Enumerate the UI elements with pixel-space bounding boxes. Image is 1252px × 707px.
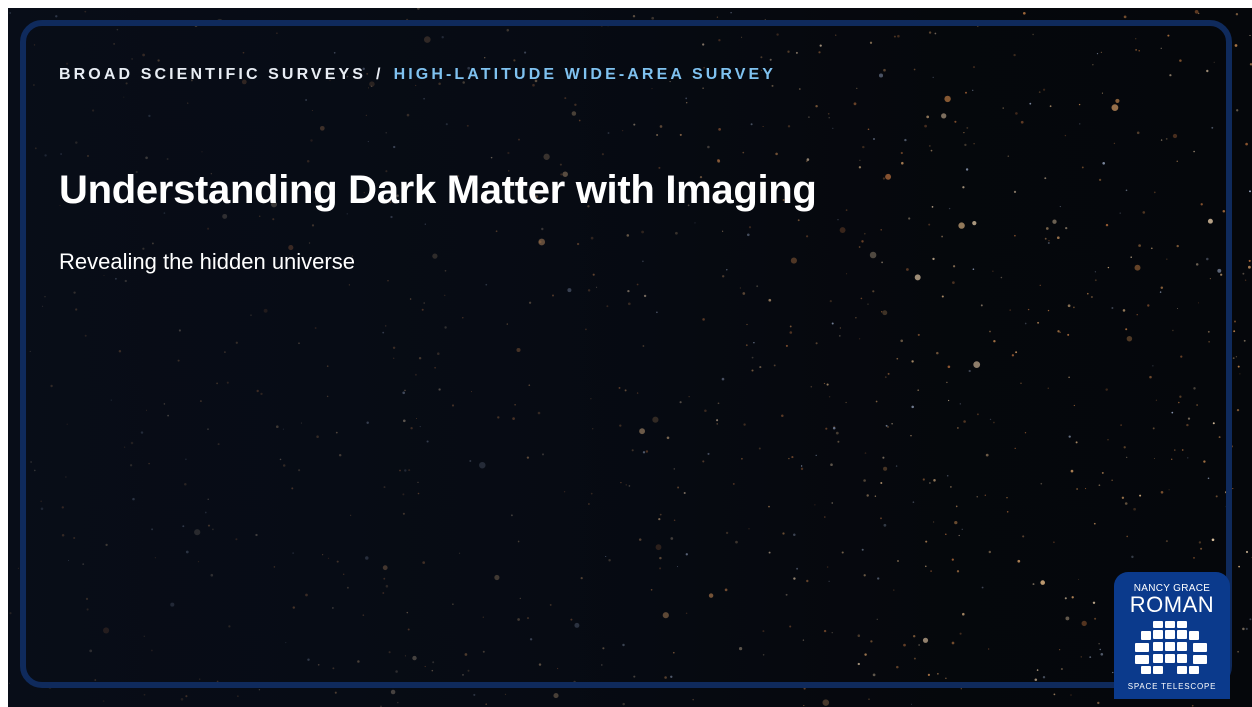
breadcrumb-separator: / xyxy=(376,66,384,83)
page-title: Understanding Dark Matter with Imaging xyxy=(59,168,817,212)
breadcrumb-current-page: HIGH-LATITUDE WIDE-AREA SURVEY xyxy=(393,66,777,83)
roman-telescope-logo[interactable]: NANCY GRACE ROMAN SPACE TELESCOPE xyxy=(1114,572,1230,699)
hero-slide xyxy=(8,8,1252,707)
breadcrumb: BROAD SCIENTIFIC SURVEYS / HIGH-LATITUDE W… xyxy=(59,66,776,84)
page-subtitle: Revealing the hidden universe xyxy=(59,249,355,274)
galaxy-field-background xyxy=(8,8,1252,707)
logo-bottom-line: SPACE TELESCOPE xyxy=(1127,682,1217,691)
logo-name: ROMAN xyxy=(1129,592,1215,617)
detector-grid-icon xyxy=(1135,621,1207,674)
breadcrumb-parent-link[interactable]: BROAD SCIENTIFIC SURVEYS xyxy=(59,66,366,83)
